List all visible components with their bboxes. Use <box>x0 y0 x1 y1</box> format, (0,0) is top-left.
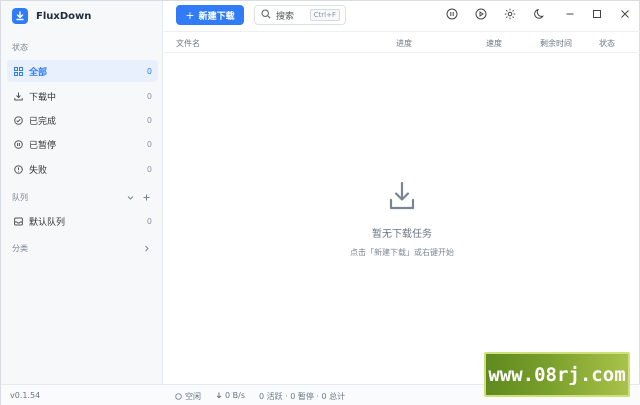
empty-subtitle: 点击「新建下载」或右键开始 <box>350 248 454 257</box>
status-section-label: 状态 <box>12 43 28 52</box>
sidebar: FluxDown 状态 全部 0 下载中 0 已完成 0 已暂停 0 失败 0 … <box>1 1 163 384</box>
speed-status: 0 B/s <box>216 391 245 400</box>
sidebar-item-label: 下载中 <box>29 92 57 103</box>
sidebar-item-label: 默认队列 <box>29 217 66 228</box>
pause-circle-icon <box>13 139 23 149</box>
category-section-label: 分类 <box>12 244 28 253</box>
toolbar: + 新建下载 搜索 Ctrl+F <box>164 1 640 31</box>
sidebar-item-failed[interactable]: 失败 0 <box>7 158 158 180</box>
arrow-down-icon <box>216 392 222 399</box>
speed-label: 0 B/s <box>225 391 245 400</box>
sidebar-item-label: 全部 <box>29 67 48 78</box>
chevron-right-icon[interactable] <box>142 244 150 252</box>
sidebar-item-paused[interactable]: 已暂停 0 <box>7 133 158 155</box>
category-actions <box>142 244 150 252</box>
idle-status: 空闲 <box>175 391 201 402</box>
download-logo-icon <box>12 8 28 24</box>
add-queue-icon[interactable] <box>142 193 150 201</box>
plus-icon: + <box>185 8 195 22</box>
download-icon <box>13 91 23 101</box>
minimize-icon[interactable] <box>564 8 576 20</box>
new-download-button[interactable]: + 新建下载 <box>176 5 244 25</box>
check-circle-icon <box>13 115 23 125</box>
app-name: FluxDown <box>36 10 92 22</box>
brand: FluxDown <box>12 7 91 25</box>
sidebar-item-count: 0 <box>146 91 152 101</box>
column-remaining[interactable]: 剩余时间 <box>540 38 572 49</box>
download-empty-icon <box>388 181 416 211</box>
idle-circle-icon <box>175 393 182 400</box>
empty-title: 暂无下载任务 <box>372 229 432 240</box>
sidebar-item-count: 0 <box>146 164 152 174</box>
theme-moon-icon[interactable] <box>534 8 546 20</box>
watermark-text: www.08rj.com <box>488 363 626 386</box>
settings-icon[interactable] <box>504 8 516 20</box>
queue-section-label: 队列 <box>12 193 28 202</box>
maximize-icon[interactable] <box>591 8 603 20</box>
sidebar-item-completed[interactable]: 已完成 0 <box>7 109 158 131</box>
sidebar-item-default-queue[interactable]: 默认队列 0 <box>7 210 158 232</box>
sidebar-item-label: 已完成 <box>29 116 57 127</box>
column-filename[interactable]: 文件名 <box>176 38 200 49</box>
alert-circle-icon <box>13 164 23 174</box>
summary-label: 0 活跃 · 0 暂停 · 0 总计 <box>259 392 346 401</box>
inbox-icon <box>13 216 23 226</box>
sidebar-item-all[interactable]: 全部 0 <box>7 60 158 82</box>
sidebar-item-count: 0 <box>146 139 152 149</box>
sidebar-item-count: 0 <box>146 115 152 125</box>
version-label: v0.1.54 <box>10 391 41 400</box>
app-window: FluxDown 状态 全部 0 下载中 0 已完成 0 已暂停 0 失败 0 … <box>0 0 640 405</box>
start-all-icon[interactable] <box>475 8 487 20</box>
search-input[interactable]: 搜索 Ctrl+F <box>254 5 346 25</box>
sidebar-item-count: 0 <box>146 66 152 76</box>
idle-label: 空闲 <box>185 392 201 401</box>
site-watermark: www.08rj.com <box>484 352 630 397</box>
column-status[interactable]: 状态 <box>599 38 615 49</box>
sidebar-item-label: 已暂停 <box>29 140 57 151</box>
grid-icon <box>13 66 23 76</box>
column-progress[interactable]: 进度 <box>396 38 412 49</box>
table-header: 文件名 进度 速度 剩余时间 状态 <box>164 31 640 53</box>
pause-all-icon[interactable] <box>446 8 458 20</box>
queue-actions <box>126 193 150 201</box>
search-icon <box>261 8 271 22</box>
new-download-label: 新建下载 <box>198 11 235 22</box>
column-speed[interactable]: 速度 <box>486 38 502 49</box>
chevron-down-icon[interactable] <box>126 193 134 201</box>
sidebar-item-downloading[interactable]: 下载中 0 <box>7 85 158 107</box>
close-icon[interactable] <box>619 8 631 20</box>
empty-state: 暂无下载任务 点击「新建下载」或右键开始 <box>164 181 640 258</box>
search-shortcut: Ctrl+F <box>309 9 340 21</box>
search-label: 搜索 <box>276 11 295 22</box>
sidebar-item-count: 0 <box>146 216 152 226</box>
sidebar-item-label: 失败 <box>29 165 48 176</box>
